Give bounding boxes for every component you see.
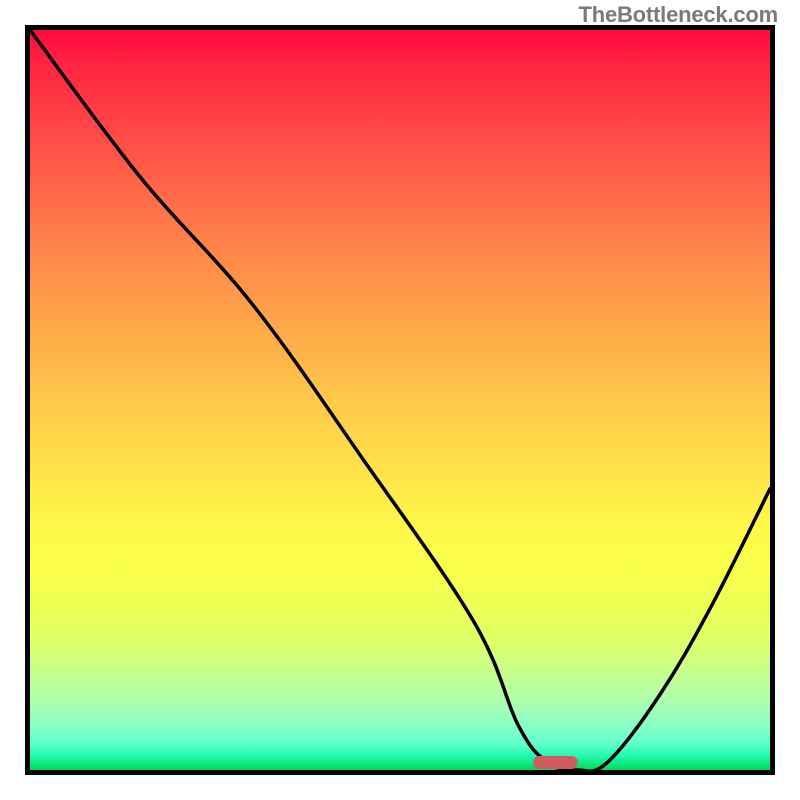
- chart-svg: [30, 30, 770, 770]
- optimal-marker: [533, 756, 577, 769]
- chart-frame: [25, 25, 775, 775]
- bottleneck-curve: [30, 30, 770, 770]
